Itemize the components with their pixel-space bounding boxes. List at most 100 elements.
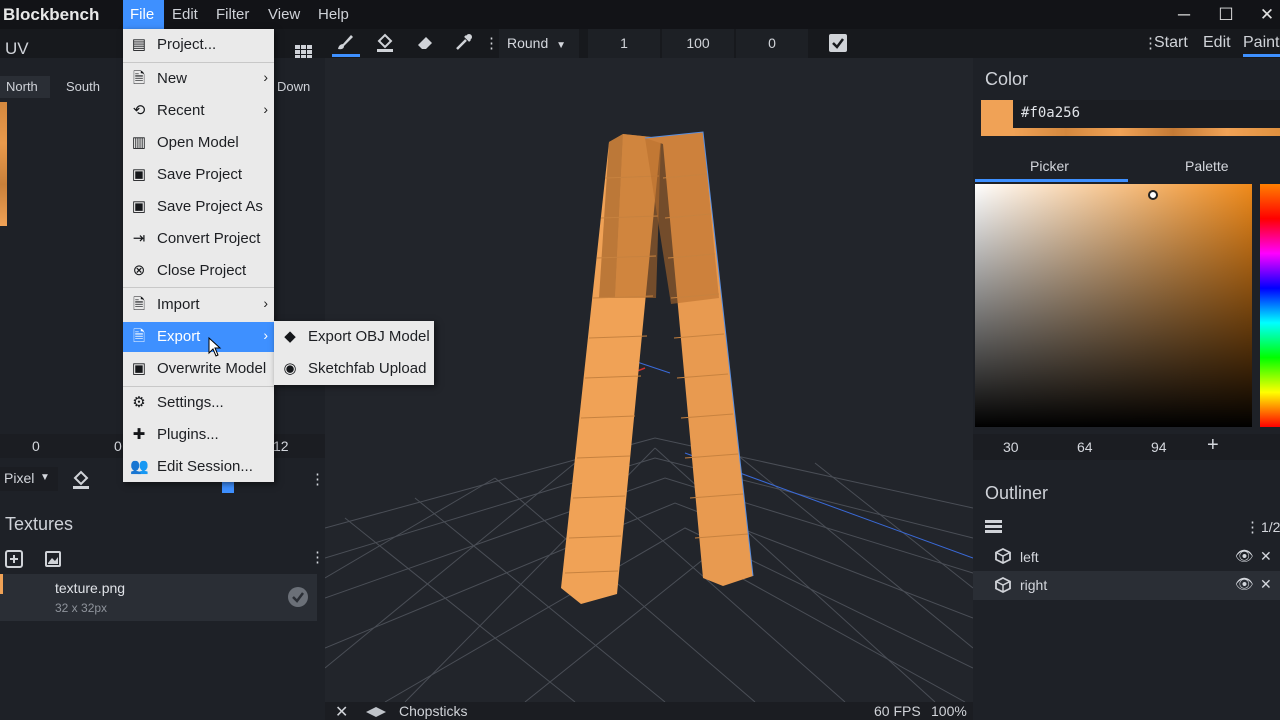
- uv-mode-select[interactable]: Pixel ▼: [0, 467, 58, 491]
- active-mode-indicator: [1243, 54, 1280, 57]
- import-texture-icon[interactable]: [45, 551, 61, 570]
- hue-slider[interactable]: [1260, 184, 1280, 427]
- menu-item-label: Recent: [157, 102, 205, 119]
- brush-opacity-input[interactable]: 100: [662, 29, 734, 58]
- menu-divider: [123, 386, 274, 387]
- uv-mode-value: Pixel: [4, 470, 35, 486]
- new-file-icon: 🗎: [132, 70, 146, 87]
- color-swatch[interactable]: [981, 100, 1013, 136]
- menu-item-overwrite-model[interactable]: ▣ Overwrite Model: [123, 354, 274, 384]
- remove-icon[interactable]: ✕: [1260, 548, 1272, 565]
- menu-item-project[interactable]: ▤ Project...: [123, 30, 274, 60]
- brush-shape-select[interactable]: Round ▼: [499, 29, 579, 58]
- menu-item-label: Edit Session...: [157, 458, 253, 475]
- mode-edit-tab[interactable]: Edit: [1203, 34, 1231, 52]
- menu-item-new[interactable]: 🗎 New ›: [123, 64, 274, 94]
- uv-coord-y[interactable]: 0: [114, 438, 122, 454]
- toolbar-more-icon[interactable]: ⋮: [484, 34, 499, 52]
- uv-more-icon[interactable]: ⋮: [310, 470, 325, 488]
- import-icon: 🗎: [132, 296, 146, 313]
- menu-item-settings[interactable]: ⚙ Settings...: [123, 388, 274, 418]
- chevron-right-icon: ›: [263, 69, 268, 85]
- menu-item-open-model[interactable]: ▥ Open Model: [123, 128, 274, 158]
- menu-item-close-project[interactable]: ⊗ Close Project: [123, 256, 274, 286]
- uv-tab-south[interactable]: South: [66, 79, 100, 99]
- uv-fill-icon[interactable]: [71, 469, 91, 492]
- save-icon: ▣: [131, 166, 147, 183]
- saturation-value-picker[interactable]: [975, 184, 1252, 427]
- color-picker-tool-icon[interactable]: [451, 32, 477, 56]
- minimize-button[interactable]: ─: [1171, 3, 1197, 27]
- tab-picker[interactable]: Picker: [1030, 158, 1069, 174]
- menu-edit[interactable]: Edit: [165, 0, 205, 29]
- sketchfab-icon: ◉: [283, 360, 297, 377]
- menu-item-import[interactable]: 🗎 Import ›: [123, 290, 274, 320]
- menu-bar: Blockbench File Edit Filter View Help ─ …: [0, 0, 1280, 29]
- brush-softness-input[interactable]: 0: [736, 29, 808, 58]
- uv-tab-down[interactable]: Down: [277, 79, 310, 99]
- visibility-eye-icon[interactable]: 👁: [1235, 575, 1254, 593]
- history-icon: ⟲: [132, 102, 146, 119]
- menu-divider: [123, 62, 274, 63]
- remove-icon[interactable]: ✕: [1260, 576, 1272, 593]
- eraser-tool-icon[interactable]: [412, 32, 438, 56]
- textures-more-icon[interactable]: ⋮: [310, 548, 325, 566]
- menu-help[interactable]: Help: [311, 0, 356, 29]
- app-title: Blockbench: [3, 5, 100, 24]
- checkbox-icon[interactable]: [829, 34, 847, 52]
- brightness-value[interactable]: 94: [1151, 439, 1167, 455]
- outliner-more-icon[interactable]: ⋮: [1245, 518, 1260, 536]
- menu-item-label: Plugins...: [157, 426, 219, 443]
- menu-item-recent[interactable]: ⟲ Recent ›: [123, 96, 274, 126]
- mouse-cursor-icon: [208, 336, 222, 360]
- menu-file[interactable]: File: [123, 0, 164, 29]
- menu-item-save-project[interactable]: ▣ Save Project: [123, 160, 274, 190]
- uv-coord-w[interactable]: 12: [273, 438, 289, 454]
- texture-saved-icon[interactable]: [288, 587, 308, 607]
- visibility-eye-icon[interactable]: 👁: [1235, 547, 1254, 565]
- hue-value[interactable]: 30: [1003, 439, 1019, 455]
- outliner-item-left[interactable]: left 👁 ✕: [973, 543, 1280, 571]
- menu-item-edit-session[interactable]: 👥 Edit Session...: [123, 452, 274, 482]
- mode-paint-tab[interactable]: Paint: [1243, 34, 1279, 52]
- brush-shape-value: Round: [507, 35, 549, 51]
- convert-icon: ⇥: [132, 230, 146, 247]
- menu-item-export[interactable]: 🗎 Export ›: [123, 322, 274, 352]
- tab-palette[interactable]: Palette: [1185, 158, 1229, 174]
- open-model-icon: ▥: [131, 134, 147, 151]
- menu-item-convert-project[interactable]: ⇥ Convert Project: [123, 224, 274, 254]
- menu-view[interactable]: View: [261, 0, 307, 29]
- fill-tool-icon[interactable]: [372, 32, 398, 56]
- add-texture-icon[interactable]: [5, 550, 23, 571]
- hex-input[interactable]: #f0a256: [1021, 105, 1080, 121]
- uv-texture-preview[interactable]: [0, 102, 7, 226]
- maximize-button[interactable]: ☐: [1213, 3, 1239, 27]
- brush-tool-icon[interactable]: [332, 32, 358, 56]
- outliner-item-label: left: [1020, 549, 1039, 565]
- saturation-value[interactable]: 64: [1077, 439, 1093, 455]
- collapse-icon[interactable]: [985, 520, 1002, 536]
- menu-item-save-project-as[interactable]: ▣ Save Project As: [123, 192, 274, 222]
- texture-thumbnail: [0, 574, 3, 594]
- menu-item-export-obj[interactable]: ◆ Export OBJ Model: [274, 322, 434, 352]
- gear-icon: ⚙: [132, 394, 146, 411]
- uv-tab-north[interactable]: North: [6, 79, 38, 99]
- close-icon[interactable]: ✕: [335, 702, 348, 720]
- outliner-item-right[interactable]: right 👁 ✕: [973, 571, 1280, 600]
- uv-coord-x[interactable]: 0: [32, 438, 40, 454]
- save-as-icon: ▣: [131, 198, 147, 215]
- add-color-button[interactable]: +: [1207, 434, 1219, 457]
- brush-size-input[interactable]: 1: [588, 29, 660, 58]
- mode-start-tab[interactable]: Start: [1154, 34, 1188, 52]
- chevron-right-icon: ›: [263, 101, 268, 117]
- status-bar: ✕ Chopsticks 60 FPS 100%: [325, 702, 973, 720]
- menu-filter[interactable]: Filter: [209, 0, 256, 29]
- recent-colors-strip[interactable]: [1013, 128, 1280, 136]
- close-circle-icon: ⊗: [132, 262, 146, 279]
- menu-item-plugins[interactable]: ✚ Plugins...: [123, 420, 274, 450]
- picker-handle[interactable]: [1148, 190, 1158, 200]
- texture-list-item[interactable]: texture.png 32 x 32px: [0, 574, 317, 621]
- menu-item-sketchfab-upload[interactable]: ◉ Sketchfab Upload: [274, 354, 434, 384]
- close-window-button[interactable]: ✕: [1254, 3, 1280, 27]
- outliner-count: 1/2: [1261, 519, 1280, 535]
